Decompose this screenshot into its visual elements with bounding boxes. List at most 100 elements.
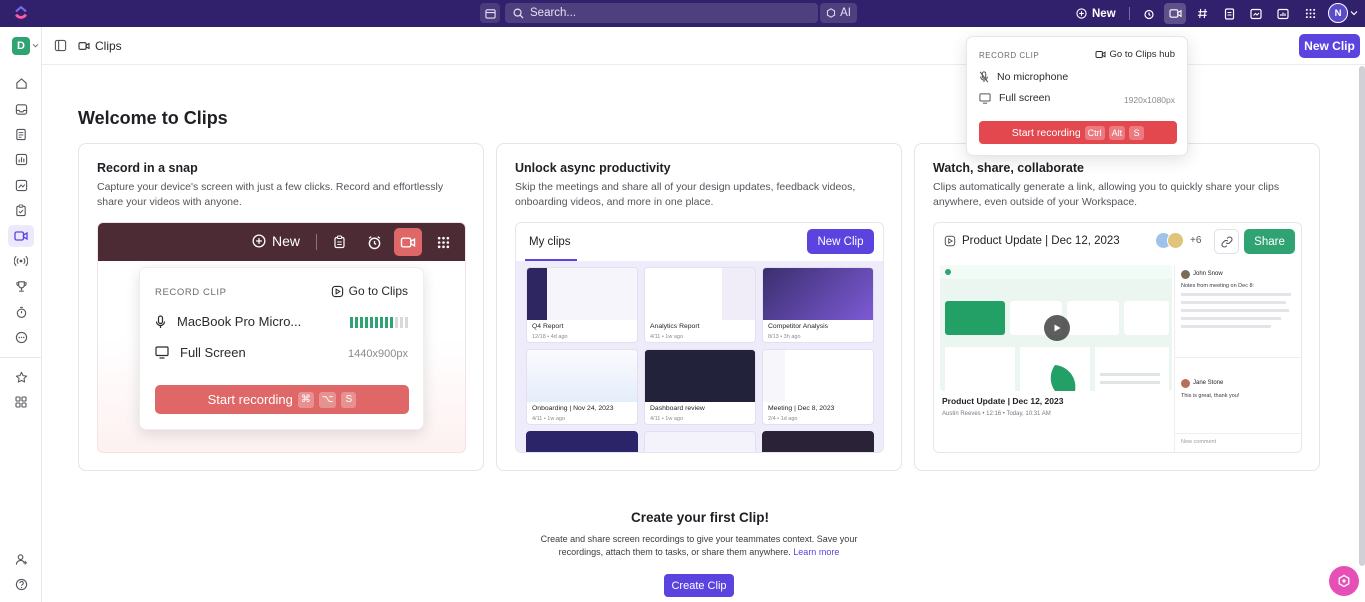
- clips-video-icon[interactable]: [1164, 3, 1186, 24]
- help-icon: [15, 578, 27, 590]
- preview-toolbar: New: [98, 223, 465, 261]
- clipboard-icon: [325, 228, 353, 256]
- sidebar-item-whiteboards[interactable]: [8, 174, 34, 196]
- sidebar-item-clips[interactable]: [8, 225, 34, 247]
- video-thumbnail: [940, 265, 1172, 391]
- avatar: [1181, 270, 1190, 279]
- avatar: [1167, 232, 1184, 249]
- ai-icon: [826, 8, 836, 18]
- record-preview: New RECORD CLIP Go to Clips MacBook Pro …: [97, 222, 466, 453]
- shortcut-key: Ctrl: [1084, 125, 1105, 140]
- preview-new-clip-button: New Clip: [807, 229, 874, 254]
- start-recording-button[interactable]: Start recording Ctrl Alt S: [979, 121, 1177, 144]
- apps-grid-icon: [429, 228, 457, 256]
- sidebar-item-pulse[interactable]: [8, 250, 34, 272]
- preview-clip-title: Product Update | Dec 12, 2023: [944, 235, 1120, 247]
- create-clip-button[interactable]: Create Clip: [664, 574, 734, 597]
- clip-thumbnail: Competitor Analysis 8/13 • 3h ago: [762, 267, 874, 343]
- chevron-down-icon[interactable]: [32, 43, 39, 48]
- play-square-icon: [331, 285, 343, 297]
- more-dots-icon: [15, 331, 27, 343]
- mic-level-meter: [350, 317, 408, 328]
- preview-new-button: New: [252, 233, 300, 249]
- clip-thumbnail: Meeting | Dec 8, 2023 2/4 • 1d ago: [762, 349, 874, 425]
- preview-record-popover: RECORD CLIP Go to Clips MacBook Pro Micr…: [139, 267, 424, 430]
- ai-button[interactable]: AI: [820, 3, 857, 23]
- workspace-avatar[interactable]: D: [12, 37, 30, 55]
- new-clip-button[interactable]: New Clip: [1299, 34, 1360, 58]
- sidebar-item-dashboards[interactable]: [8, 148, 34, 170]
- dashboard-icon[interactable]: [1272, 3, 1294, 24]
- clip-thumbnail: [762, 431, 874, 452]
- whiteboard-icon: [15, 179, 27, 191]
- meter-bar: [380, 317, 383, 328]
- calendar-icon[interactable]: [480, 3, 500, 23]
- clickup-logo-icon[interactable]: [13, 5, 29, 21]
- trophy-icon: [15, 280, 27, 292]
- learn-more-link[interactable]: Learn more: [793, 547, 839, 557]
- sidebar-item-spaces[interactable]: [8, 391, 34, 413]
- plus-circle-icon: [252, 234, 266, 248]
- hashtag-icon[interactable]: [1191, 3, 1213, 24]
- clip-thumbnail: Analytics Report 4/11 • 1w ago: [644, 267, 756, 343]
- sidebar-item-goals[interactable]: [8, 275, 34, 297]
- search-placeholder: Search...: [530, 7, 577, 19]
- timer-icon: [16, 306, 26, 318]
- copy-link-icon: [1214, 229, 1239, 254]
- document-icon: [16, 128, 26, 140]
- sidebar-toggle-icon[interactable]: [54, 39, 67, 52]
- preview-screen-row: Full Screen: [155, 345, 246, 360]
- document-icon[interactable]: [1218, 3, 1240, 24]
- meter-bar: [360, 317, 363, 328]
- preview-go-to-clips: Go to Clips: [331, 284, 408, 298]
- microphone-off-icon: [979, 71, 989, 83]
- preview-start-recording: Start recording ⌘ ⌥ S: [155, 385, 409, 414]
- sidebar-item-home[interactable]: [8, 72, 34, 94]
- divider: [1129, 7, 1130, 20]
- apps-grid-icon[interactable]: [1299, 3, 1321, 24]
- clip-thumbnail: Onboarding | Nov 24, 2023 4/11 • 1w ago: [526, 349, 638, 425]
- play-square-icon: [944, 235, 956, 247]
- sidebar-item-timesheets[interactable]: [8, 301, 34, 323]
- microphone-select[interactable]: No microphone: [979, 71, 1068, 83]
- viewer-avatars: [1155, 232, 1184, 249]
- user-avatar[interactable]: N: [1328, 3, 1348, 23]
- my-clips-preview: My clips New Clip Q4 Report 12/18 • 4d a…: [515, 222, 884, 453]
- sidebar-item-favorites[interactable]: [8, 366, 34, 388]
- go-to-clips-hub-link[interactable]: Go to Clips hub: [1095, 49, 1175, 60]
- clips-video-icon: [394, 228, 422, 256]
- sidebar-item-forms[interactable]: [8, 199, 34, 221]
- sidebar-item-help[interactable]: [8, 573, 34, 595]
- alarm-clock-icon[interactable]: [1138, 3, 1160, 24]
- preview-mic-row: MacBook Pro Micro...: [155, 314, 301, 329]
- share-preview: Product Update | Dec 12, 2023 +6 Share P…: [933, 222, 1302, 453]
- screen-select[interactable]: Full screen: [979, 92, 1050, 104]
- sidebar-item-inbox[interactable]: [8, 98, 34, 120]
- sidebar-item-invite[interactable]: [8, 548, 34, 570]
- whiteboard-icon[interactable]: [1245, 3, 1267, 24]
- page-title: Clips: [78, 39, 122, 53]
- grid-icon: [15, 396, 27, 408]
- monitor-icon: [155, 346, 169, 359]
- meter-bar: [405, 317, 408, 328]
- shortcut-key: S: [1129, 125, 1145, 140]
- meter-bar: [370, 317, 373, 328]
- ai-assistant-button[interactable]: [1329, 566, 1359, 596]
- chevron-down-icon[interactable]: [1350, 10, 1358, 16]
- preview-share-button: Share: [1244, 229, 1295, 254]
- sidebar-item-more[interactable]: [8, 326, 34, 348]
- sidebar-item-docs[interactable]: [8, 123, 34, 145]
- shortcut-key: Alt: [1108, 125, 1126, 140]
- search-input[interactable]: Search...: [505, 3, 818, 23]
- card-title: Watch, share, collaborate: [933, 161, 1084, 175]
- scrollbar[interactable]: [1359, 66, 1365, 566]
- feature-card-async: Unlock async productivity Skip the meeti…: [496, 143, 902, 471]
- sidebar-divider: [0, 357, 42, 358]
- new-button[interactable]: New: [1076, 5, 1116, 22]
- meter-bar: [400, 317, 403, 328]
- card-description: Capture your device's screen with just a…: [97, 181, 444, 208]
- play-icon: [1044, 315, 1070, 341]
- top-bar: Search... AI New N: [0, 0, 1365, 27]
- card-title: Unlock async productivity: [515, 161, 671, 175]
- ai-sparkle-icon: [1338, 574, 1350, 588]
